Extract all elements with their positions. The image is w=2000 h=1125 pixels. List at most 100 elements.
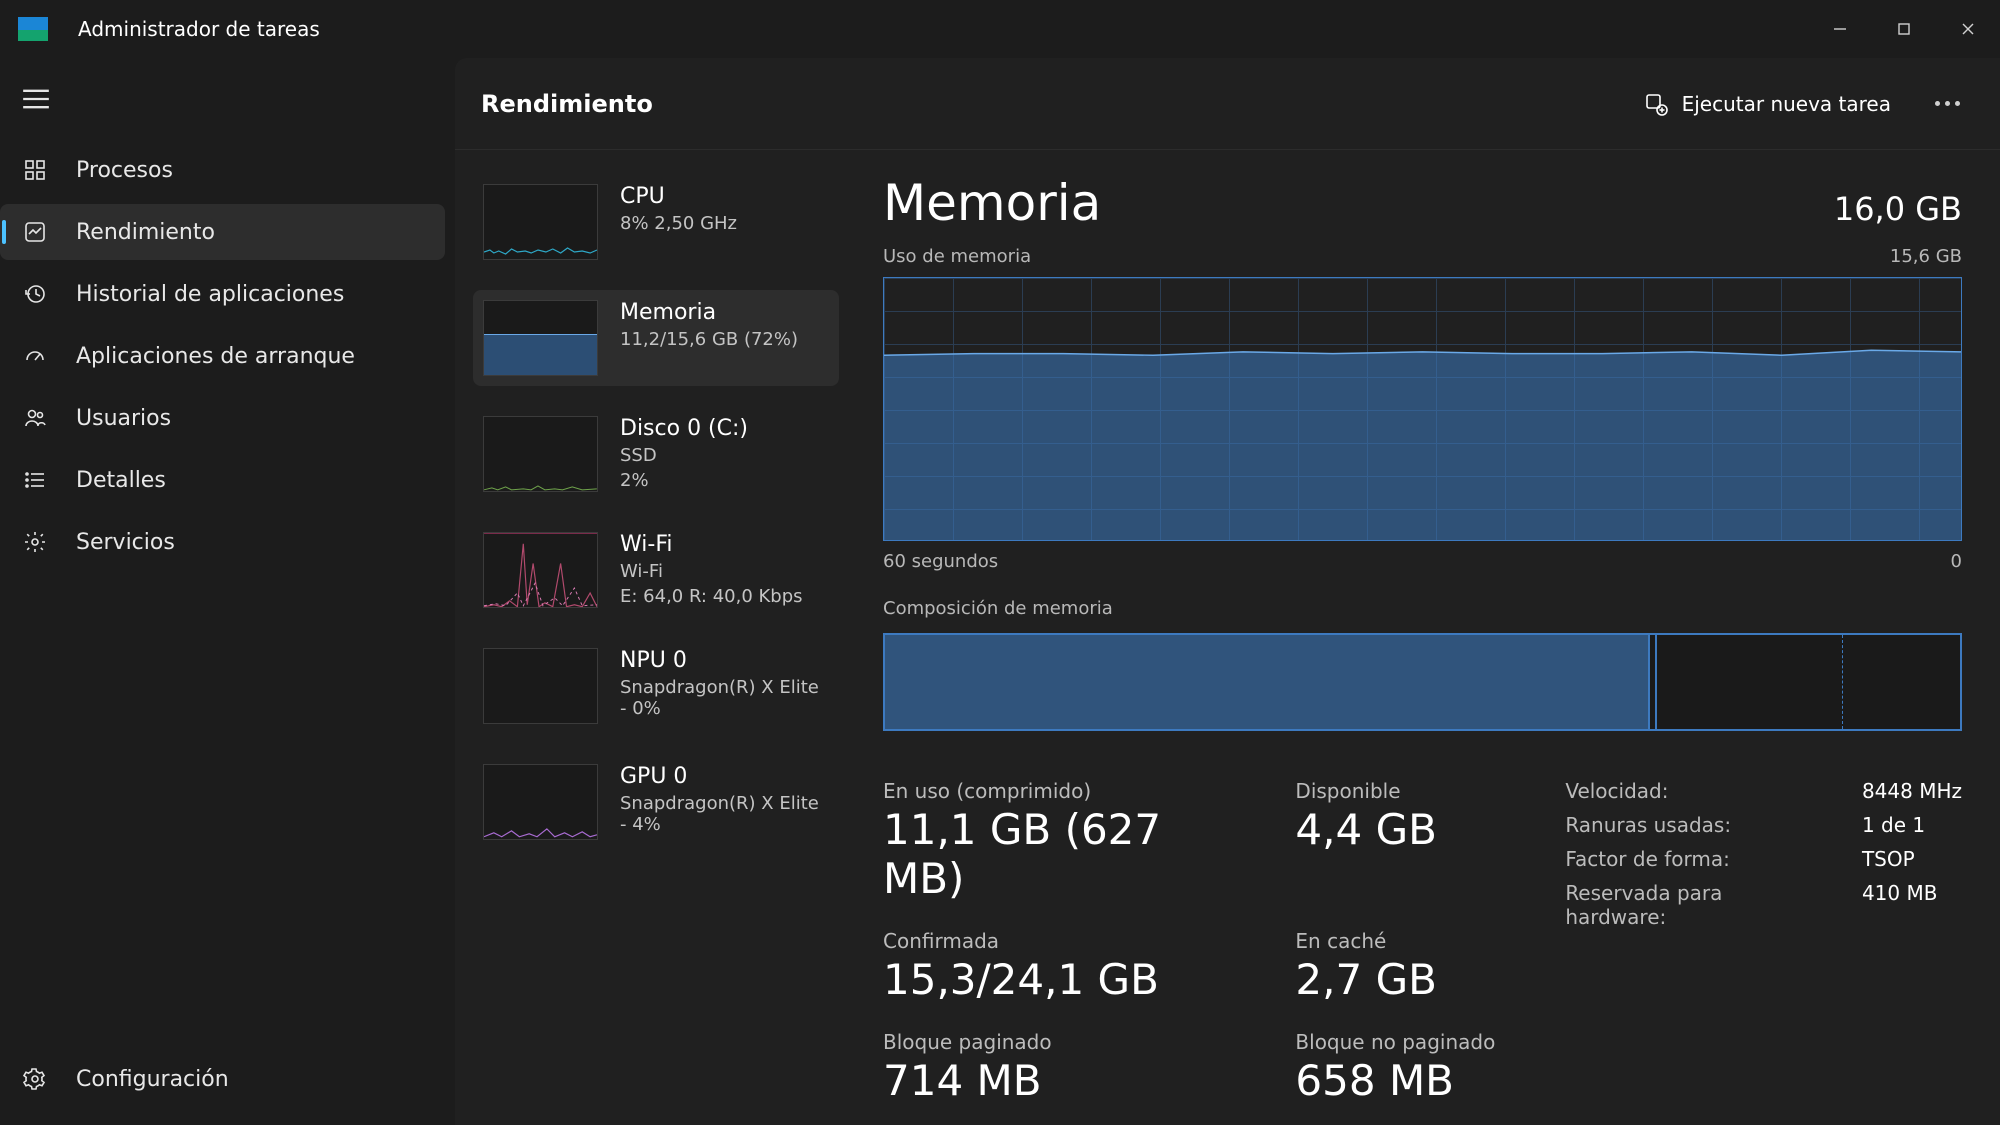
nav-label: Configuración: [76, 1067, 229, 1092]
page-header: Rendimiento Ejecutar nueva tarea: [455, 58, 2000, 150]
more-button[interactable]: [1935, 101, 1960, 106]
memory-detail: Memoria 16,0 GB Uso de memoria 15,6 GB 6…: [855, 150, 2000, 1125]
nav-label: Procesos: [76, 158, 173, 183]
nav-rail: Procesos Rendimiento Historial de aplica…: [0, 58, 455, 1125]
resource-sub: Wi-Fi: [620, 561, 803, 582]
detail-total: 16,0 GB: [1834, 190, 1962, 228]
resource-sub2: 2%: [620, 470, 748, 491]
stat-value: 1 de 1: [1862, 813, 1962, 837]
detail-heading: Memoria: [883, 174, 1101, 232]
nav-label: Aplicaciones de arranque: [76, 344, 355, 369]
nav-label: Detalles: [76, 468, 166, 493]
resource-cpu[interactable]: CPU 8% 2,50 GHz: [473, 174, 839, 270]
chart-y-axis-max: 15,6 GB: [1890, 246, 1962, 267]
memory-composition-bar: [883, 633, 1962, 731]
app-title: Administrador de tareas: [78, 17, 320, 41]
npu-sparkline: [483, 648, 598, 724]
stat-value: 4,4 GB: [1295, 805, 1495, 854]
stat-label: Factor de forma:: [1565, 847, 1810, 871]
resource-sub2: E: 64,0 R: 40,0 Kbps: [620, 586, 803, 607]
resource-sub: SSD: [620, 445, 748, 466]
resource-gpu[interactable]: GPU 0 Snapdragon(R) X Elite - 4%: [473, 754, 839, 850]
nav-label: Usuarios: [76, 406, 171, 431]
stat-label: Bloque paginado: [883, 1030, 1225, 1054]
nav-performance[interactable]: Rendimiento: [0, 204, 445, 260]
activity-icon: [22, 220, 48, 244]
resource-name: Memoria: [620, 300, 798, 325]
composition-seg-in_use: [885, 635, 1650, 729]
chart-x-axis-left: 60 segundos: [883, 551, 998, 572]
resource-memory[interactable]: Memoria 11,2/15,6 GB (72%): [473, 290, 839, 386]
minimize-button[interactable]: [1808, 9, 1872, 49]
window-controls: [1808, 9, 2000, 49]
nav-processes[interactable]: Procesos: [0, 142, 445, 198]
nav-users[interactable]: Usuarios: [0, 390, 445, 446]
nav-details[interactable]: Detalles: [0, 452, 445, 508]
history-icon: [22, 282, 48, 306]
nav-app-history[interactable]: Historial de aplicaciones: [0, 266, 445, 322]
stat-label: Bloque no paginado: [1295, 1030, 1495, 1054]
gpu-sparkline: [483, 764, 598, 840]
nav-label: Rendimiento: [76, 220, 215, 245]
composition-seg-free: [1843, 635, 1960, 729]
disk-sparkline: [483, 416, 598, 492]
resource-name: GPU 0: [620, 764, 829, 789]
nav-startup[interactable]: Aplicaciones de arranque: [0, 328, 445, 384]
resource-sub: 8% 2,50 GHz: [620, 213, 737, 234]
resource-name: NPU 0: [620, 648, 829, 673]
stat-value: 11,1 GB (627 MB): [883, 805, 1225, 903]
resource-sub: Snapdragon(R) X Elite - 4%: [620, 793, 829, 835]
stat-value: TSOP: [1862, 847, 1962, 871]
stat-value: 8448 MHz: [1862, 779, 1962, 803]
run-task-icon: [1644, 92, 1668, 116]
run-task-label: Ejecutar nueva tarea: [1682, 92, 1891, 116]
gauge-icon: [22, 344, 48, 368]
content-area: Rendimiento Ejecutar nueva tarea: [455, 58, 2000, 1125]
maximize-button[interactable]: [1872, 9, 1936, 49]
stats-major: En uso (comprimido) 11,1 GB (627 MB) Dis…: [883, 779, 1495, 1105]
stat-label: Confirmada: [883, 929, 1225, 953]
grid-icon: [22, 158, 48, 182]
stat-label: Disponible: [1295, 779, 1495, 803]
stat-label: Reservada para hardware:: [1565, 881, 1810, 929]
title-bar: Administrador de tareas: [0, 0, 2000, 58]
close-button[interactable]: [1936, 9, 2000, 49]
hamburger-button[interactable]: [0, 88, 455, 142]
users-icon: [22, 406, 48, 430]
stat-value: 658 MB: [1295, 1056, 1495, 1105]
resource-name: Disco 0 (C:): [620, 416, 748, 441]
nav-settings[interactable]: Configuración: [0, 1051, 445, 1107]
chart-x-axis-right: 0: [1951, 551, 1962, 572]
memory-sparkline: [483, 300, 598, 376]
memory-usage-chart: [883, 277, 1962, 541]
stat-value: 15,3/24,1 GB: [883, 955, 1225, 1004]
chart-y-axis-label: Uso de memoria: [883, 246, 1031, 267]
resource-npu[interactable]: NPU 0 Snapdragon(R) X Elite - 0%: [473, 638, 839, 734]
nav-label: Servicios: [76, 530, 175, 555]
nav-services[interactable]: Servicios: [0, 514, 445, 570]
stat-value: 410 MB: [1862, 881, 1962, 929]
resource-wifi[interactable]: Wi-Fi Wi-Fi E: 64,0 R: 40,0 Kbps: [473, 522, 839, 618]
stats-minor: Velocidad: 8448 MHz Ranuras usadas: 1 de…: [1565, 779, 1962, 1105]
resource-name: CPU: [620, 184, 737, 209]
gear-icon: [22, 530, 48, 554]
app-icon: [18, 17, 48, 41]
composition-seg-modified: [1650, 635, 1657, 729]
page-title: Rendimiento: [481, 90, 653, 118]
stat-value: 714 MB: [883, 1056, 1225, 1105]
stat-label: En caché: [1295, 929, 1495, 953]
cpu-sparkline: [483, 184, 598, 260]
nav-label: Historial de aplicaciones: [76, 282, 344, 307]
settings-icon: [22, 1067, 48, 1091]
wifi-sparkline: [483, 532, 598, 608]
run-task-button[interactable]: Ejecutar nueva tarea: [1630, 84, 1905, 124]
stat-label: Velocidad:: [1565, 779, 1810, 803]
stat-value: 2,7 GB: [1295, 955, 1495, 1004]
resource-name: Wi-Fi: [620, 532, 803, 557]
composition-seg-standby: [1657, 635, 1843, 729]
resource-sub: 11,2/15,6 GB (72%): [620, 329, 798, 350]
resource-disk[interactable]: Disco 0 (C:) SSD 2%: [473, 406, 839, 502]
resource-sub: Snapdragon(R) X Elite - 0%: [620, 677, 829, 719]
list-icon: [22, 468, 48, 492]
composition-label: Composición de memoria: [883, 598, 1962, 619]
